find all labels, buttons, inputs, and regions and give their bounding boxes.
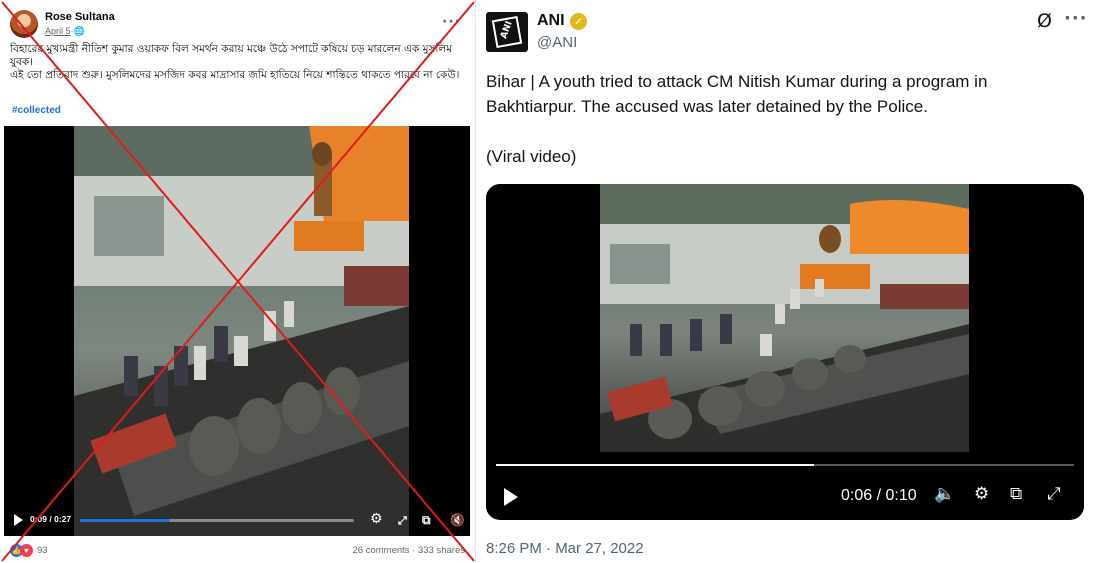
video-frame <box>600 184 969 452</box>
reactions-count: 93 <box>37 545 48 556</box>
author-handle[interactable]: @ANI <box>537 34 577 51</box>
video-player[interactable]: 0:09 / 0:27 ⚙ ⤢ ⧉ 🔇 <box>4 126 470 536</box>
post-text-secondary: (Viral video) <box>486 147 577 166</box>
post-header: Rose Sultana April 5·🌐 ··· <box>10 8 467 42</box>
play-icon[interactable] <box>504 488 518 506</box>
verified-badge-icon: ✓ <box>570 13 587 30</box>
comments-count[interactable]: 26 comments <box>353 545 410 556</box>
avatar[interactable]: ANI <box>486 12 528 52</box>
video-controls: 0:09 / 0:27 ⚙ ⤢ ⧉ 🔇 <box>4 506 470 536</box>
pip-icon[interactable]: ⧉ <box>422 513 431 528</box>
author-name[interactable]: ANI <box>537 12 565 30</box>
progress-bar[interactable] <box>496 464 1074 466</box>
post-text-line: বিহারের মুখ্যমন্ত্রী নীতিশ কুমার ওয়াকফ … <box>10 43 453 68</box>
globe-icon: ·🌐 <box>70 26 85 36</box>
fullscreen-icon[interactable]: ⤢ <box>1047 484 1061 504</box>
hashtag-link[interactable]: #collected <box>12 105 61 116</box>
post-date[interactable]: April 5 <box>45 26 71 36</box>
love-icon: ♥ <box>20 544 33 557</box>
pip-icon[interactable]: ⧉ <box>1010 484 1022 504</box>
shares-count[interactable]: 333 shares <box>418 545 465 556</box>
mute-icon[interactable]: 🔇 <box>450 513 465 527</box>
x-post: ANI ANI ✓ @ANI Ø ··· Bihar | A youth tri… <box>476 0 1100 563</box>
video-scene <box>600 184 969 452</box>
post-text-line: এই তো প্রতিবাদ শুরু। মুসলিমদের মসজিদ কবর… <box>10 69 460 81</box>
engagement-stats: 26 comments · 333 shares <box>353 545 466 556</box>
avatar[interactable] <box>10 10 38 38</box>
video-time: 0:09 / 0:27 <box>30 514 72 524</box>
reactions[interactable]: 👍 ♥ 93 <box>10 544 48 557</box>
settings-icon[interactable]: ⚙ <box>974 484 989 504</box>
post-text: Bihar | A youth tried to attack CM Nitis… <box>486 72 988 116</box>
video-scene <box>74 126 409 536</box>
post-timestamp[interactable]: 8:26 PM · Mar 27, 2022 <box>486 540 644 557</box>
grok-icon[interactable]: Ø <box>1037 10 1052 32</box>
settings-icon[interactable]: ⚙ <box>370 511 383 527</box>
volume-icon[interactable]: 🔈 <box>934 484 955 504</box>
video-frame <box>74 126 409 536</box>
video-time: 0:06 / 0:10 <box>841 487 917 504</box>
more-options-icon[interactable]: ··· <box>442 14 461 30</box>
post-footer: 👍 ♥ 93 26 comments · 333 shares <box>10 543 469 559</box>
progress-fill <box>80 519 171 522</box>
post-meta: April 5·🌐 <box>45 26 85 37</box>
video-player[interactable]: 0:06 / 0:10 🔈 ⚙ ⧉ ⤢ <box>486 184 1084 520</box>
progress-bar[interactable] <box>80 519 354 522</box>
play-icon[interactable] <box>14 514 23 526</box>
facebook-post: Rose Sultana April 5·🌐 ··· বিহারের মুখ্য… <box>0 0 476 563</box>
progress-fill <box>496 464 814 466</box>
post-text: বিহারের মুখ্যমন্ত্রী নীতিশ কুমার ওয়াকফ … <box>10 43 470 82</box>
more-options-icon[interactable]: ··· <box>1064 8 1088 29</box>
fullscreen-icon[interactable]: ⤢ <box>398 514 407 528</box>
author-name[interactable]: Rose Sultana <box>45 11 115 23</box>
